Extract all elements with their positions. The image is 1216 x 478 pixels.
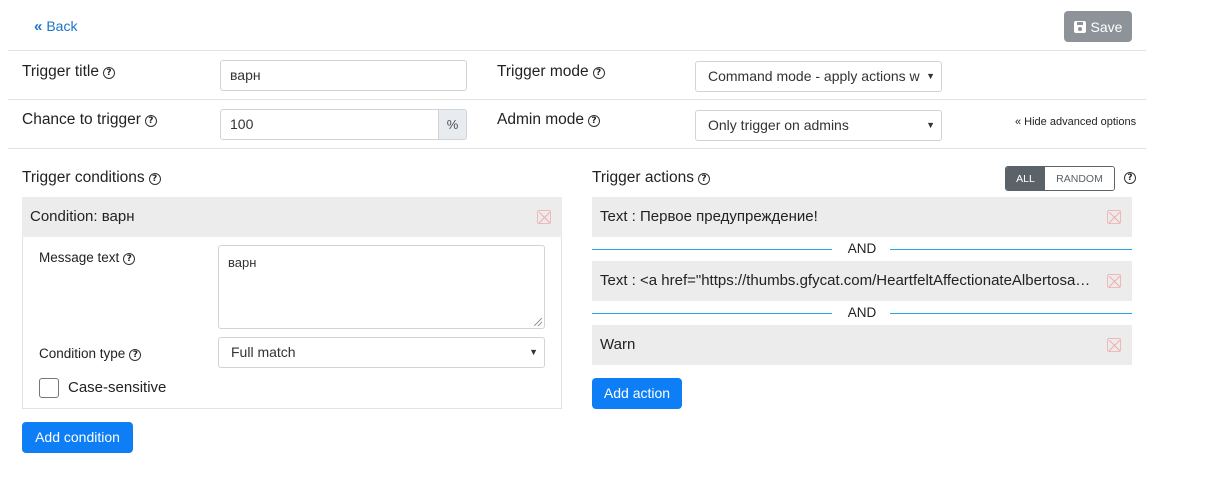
admin-mode-select[interactable]: Only trigger on admins ▼ xyxy=(695,110,942,141)
chance-to-trigger-label: Chance to trigger xyxy=(22,111,157,129)
trigger-mode-select[interactable]: Command mode - apply actions w ▼ xyxy=(695,61,942,92)
condition-header: Condition: варн xyxy=(22,197,562,237)
save-label: Save xyxy=(1090,18,1123,35)
back-label: Back xyxy=(46,18,78,34)
hide-advanced-options-link[interactable]: « Hide advanced options xyxy=(1015,116,1136,128)
case-sensitive-label: Case-sensitive xyxy=(68,379,167,396)
mode-all-button[interactable]: ALL xyxy=(1006,167,1045,190)
admin-mode-label: Admin mode xyxy=(497,111,601,129)
action-item: Text : <a href="https://thumbs.gfycat.co… xyxy=(592,261,1132,301)
divider xyxy=(8,148,1146,149)
help-icon[interactable] xyxy=(144,115,157,127)
caret-down-icon: ▼ xyxy=(926,120,935,130)
actions-mode-toggle: ALL RANDOM xyxy=(1005,166,1115,191)
help-icon[interactable] xyxy=(697,173,710,185)
condition-type-select[interactable]: Full match ▼ xyxy=(218,337,545,368)
trigger-actions-title: Trigger actions xyxy=(592,169,710,187)
percent-addon: % xyxy=(438,109,467,140)
trigger-title-label: Trigger title xyxy=(22,63,115,81)
save-button[interactable]: Save xyxy=(1064,11,1132,42)
help-icon[interactable] xyxy=(123,253,136,265)
action-item: Warn xyxy=(592,325,1132,365)
message-text-value: варн xyxy=(228,255,257,270)
trigger-title-input[interactable]: варн xyxy=(220,60,467,91)
help-icon[interactable] xyxy=(129,349,142,361)
help-icon[interactable] xyxy=(588,115,601,127)
help-icon[interactable] xyxy=(592,67,605,79)
help-icon[interactable] xyxy=(148,173,161,185)
and-label: AND xyxy=(847,305,877,320)
remove-condition-icon[interactable] xyxy=(537,210,551,224)
and-separator: AND xyxy=(592,242,1132,256)
trigger-conditions-title: Trigger conditions xyxy=(22,169,161,187)
remove-action-icon[interactable] xyxy=(1107,338,1121,352)
action-item: Text : Первое предупреждение! xyxy=(592,197,1132,237)
divider xyxy=(8,50,1146,51)
help-icon[interactable] xyxy=(102,67,115,79)
message-text-label: Message text xyxy=(39,250,136,265)
case-sensitive-checkbox[interactable] xyxy=(39,378,59,398)
condition-type-value: Full match xyxy=(231,344,296,360)
and-separator: AND xyxy=(592,306,1132,320)
divider xyxy=(8,99,1146,100)
mode-random-button[interactable]: RANDOM xyxy=(1045,167,1114,190)
add-condition-button[interactable]: Add condition xyxy=(22,422,133,453)
floppy-disk-icon xyxy=(1073,20,1086,33)
condition-type-label: Condition type xyxy=(39,346,142,361)
back-link[interactable]: «Back xyxy=(34,18,77,35)
add-action-button[interactable]: Add action xyxy=(592,378,682,409)
trigger-mode-label: Trigger mode xyxy=(497,63,605,81)
chance-input[interactable]: 100 xyxy=(220,109,439,140)
double-chevron-left-icon: « xyxy=(34,18,43,35)
message-text-textarea[interactable]: варн xyxy=(218,245,545,329)
trigger-mode-value: Command mode - apply actions w xyxy=(708,68,920,84)
condition-header-label: Condition: варн xyxy=(30,208,135,225)
caret-down-icon: ▼ xyxy=(926,71,935,81)
remove-action-icon[interactable] xyxy=(1107,210,1121,224)
caret-down-icon: ▼ xyxy=(529,347,538,357)
and-label: AND xyxy=(847,241,877,256)
remove-action-icon[interactable] xyxy=(1107,274,1121,288)
help-icon[interactable] xyxy=(1124,172,1136,184)
resize-grip-icon[interactable] xyxy=(534,318,542,326)
admin-mode-value: Only trigger on admins xyxy=(708,117,849,133)
